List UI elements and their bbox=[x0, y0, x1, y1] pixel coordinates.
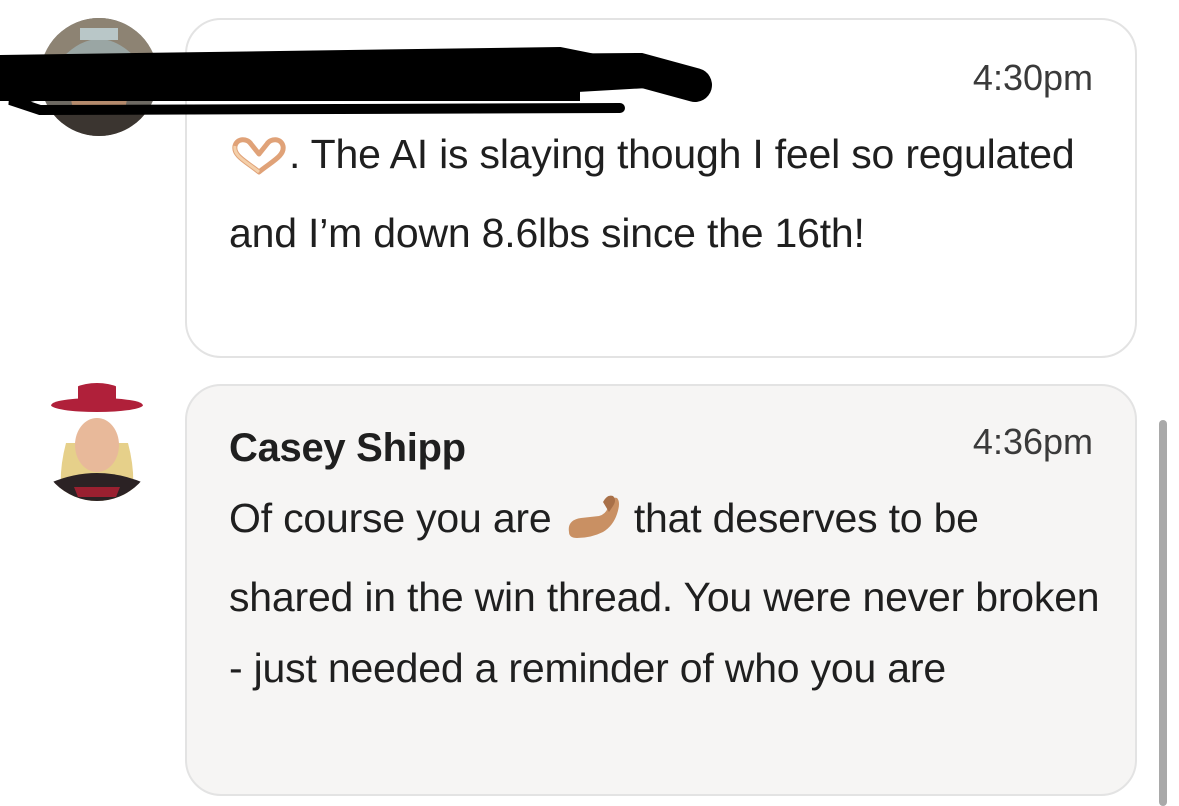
chat-thread: 4:30pm . The AI is slaying though I feel… bbox=[0, 0, 1179, 806]
message-text: Of course you are bbox=[229, 495, 563, 541]
message-text: . The AI is slaying though I feel so reg… bbox=[229, 131, 1075, 256]
scrollbar[interactable] bbox=[1159, 420, 1167, 806]
message-author: Casey Shipp bbox=[229, 426, 466, 470]
pinched-fingers-icon bbox=[563, 491, 623, 562]
message-bubble[interactable]: Casey Shipp 4:36pm Of course you are tha… bbox=[185, 384, 1137, 796]
message-timestamp: 4:36pm bbox=[972, 421, 1093, 462]
message-timestamp: 4:30pm bbox=[972, 57, 1093, 98]
message-body: . The AI is slaying though I feel so reg… bbox=[229, 119, 1109, 269]
avatar-red-hat-icon bbox=[38, 383, 156, 501]
heart-hands-icon bbox=[229, 127, 289, 198]
message-body: Of course you are that deserves to be sh… bbox=[229, 483, 1109, 704]
sender-avatar[interactable] bbox=[38, 383, 156, 501]
redaction-scribble bbox=[0, 46, 712, 116]
